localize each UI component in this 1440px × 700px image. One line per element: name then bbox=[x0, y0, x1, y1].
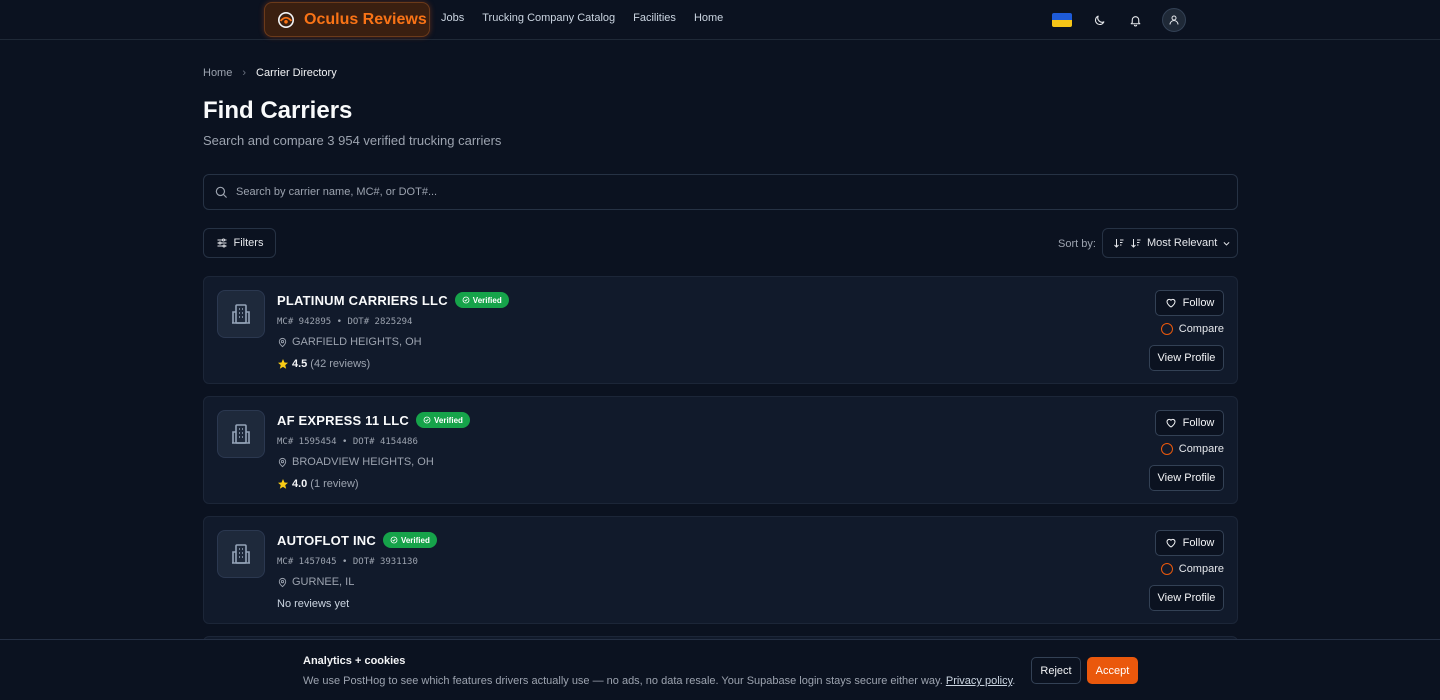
reject-button[interactable]: Reject bbox=[1031, 657, 1081, 684]
carrier-name[interactable]: AUTOFLOT INC bbox=[277, 533, 376, 548]
view-profile-button[interactable]: View Profile bbox=[1149, 345, 1224, 371]
compare-checkbox[interactable]: Compare bbox=[1160, 563, 1224, 575]
no-reviews-text: No reviews yet bbox=[277, 598, 350, 610]
carrier-ids: MC# 1457045 • DOT# 3931130 bbox=[277, 557, 418, 567]
sort-select[interactable]: Most Relevant bbox=[1102, 228, 1238, 258]
follow-button[interactable]: Follow bbox=[1155, 410, 1224, 436]
check-circle-icon bbox=[462, 296, 470, 304]
breadcrumb: Home › Carrier Directory bbox=[203, 67, 337, 79]
heart-icon bbox=[1166, 298, 1176, 308]
search-bar bbox=[203, 174, 1238, 210]
nav-links: Jobs Trucking Company Catalog Facilities… bbox=[441, 12, 723, 24]
compare-radio[interactable] bbox=[1160, 563, 1173, 575]
filters-button[interactable]: Filters bbox=[203, 228, 276, 258]
follow-button[interactable]: Follow bbox=[1155, 530, 1224, 556]
verified-badge: Verified bbox=[382, 532, 437, 548]
sort-value: Most Relevant bbox=[1147, 237, 1218, 249]
sliders-icon bbox=[217, 238, 227, 248]
carrier-rating: 4.0 (1 review) bbox=[277, 478, 359, 490]
top-nav: Oculus Reviews Jobs Trucking Company Cat… bbox=[0, 0, 1440, 40]
compare-radio[interactable] bbox=[1160, 443, 1173, 455]
heart-icon bbox=[1166, 538, 1176, 548]
nav-actions bbox=[1052, 8, 1186, 32]
map-pin-icon bbox=[278, 337, 287, 347]
carrier-location: GURNEE, IL bbox=[277, 576, 354, 588]
building-icon bbox=[217, 530, 265, 578]
carrier-card: AF EXPRESS 11 LLC Verified MC# 1595454 •… bbox=[203, 396, 1238, 504]
moon-icon[interactable] bbox=[1090, 11, 1108, 29]
breadcrumb-current: Carrier Directory bbox=[256, 67, 337, 79]
accept-button[interactable]: Accept bbox=[1087, 657, 1138, 684]
verified-badge: Verified bbox=[454, 292, 509, 308]
search-input[interactable] bbox=[236, 186, 1136, 198]
nav-link-home[interactable]: Home bbox=[694, 12, 723, 24]
filters-label: Filters bbox=[233, 237, 264, 249]
sort-label: Sort by: bbox=[1058, 238, 1096, 250]
carrier-name[interactable]: AF EXPRESS 11 LLC bbox=[277, 413, 409, 428]
page-title: Find Carriers bbox=[203, 97, 353, 124]
star-icon bbox=[278, 359, 288, 369]
view-profile-button[interactable]: View Profile bbox=[1149, 465, 1224, 491]
eye-logo-icon bbox=[277, 11, 295, 28]
nav-link-catalog[interactable]: Trucking Company Catalog bbox=[482, 12, 615, 24]
sort-arrows-icon bbox=[1131, 239, 1141, 248]
cookie-title: Analytics + cookies bbox=[303, 655, 406, 667]
compare-radio[interactable] bbox=[1160, 323, 1173, 335]
nav-link-jobs[interactable]: Jobs bbox=[441, 12, 464, 24]
compare-checkbox[interactable]: Compare bbox=[1160, 323, 1224, 335]
carrier-ids: MC# 1595454 • DOT# 4154486 bbox=[277, 437, 418, 447]
follow-button[interactable]: Follow bbox=[1155, 290, 1224, 316]
cookie-banner: Analytics + cookies We use PostHog to se… bbox=[0, 639, 1440, 700]
map-pin-icon bbox=[278, 457, 287, 467]
carrier-rating: 4.5 (42 reviews) bbox=[277, 358, 370, 370]
ukraine-flag-icon[interactable] bbox=[1052, 13, 1072, 27]
building-icon bbox=[217, 410, 265, 458]
user-avatar[interactable] bbox=[1162, 8, 1186, 32]
bell-icon[interactable] bbox=[1126, 11, 1144, 29]
carrier-location: BROADVIEW HEIGHTS, OH bbox=[277, 456, 434, 468]
carrier-ids: MC# 942895 • DOT# 2825294 bbox=[277, 317, 413, 327]
brand-name: Oculus Reviews bbox=[304, 10, 427, 28]
check-circle-icon bbox=[390, 536, 398, 544]
carrier-name[interactable]: PLATINUM CARRIERS LLC bbox=[277, 293, 448, 308]
nav-link-facilities[interactable]: Facilities bbox=[633, 12, 676, 24]
sort-arrows-icon bbox=[1114, 239, 1124, 248]
cookie-text: We use PostHog to see which features dri… bbox=[303, 675, 1016, 687]
brand-logo-button[interactable]: Oculus Reviews bbox=[264, 2, 430, 37]
carrier-location: GARFIELD HEIGHTS, OH bbox=[277, 336, 422, 348]
carrier-card: PLATINUM CARRIERS LLC Verified MC# 94289… bbox=[203, 276, 1238, 384]
star-icon bbox=[278, 479, 288, 489]
page-subtitle: Search and compare 3 954 verified trucki… bbox=[203, 133, 502, 148]
privacy-policy-link[interactable]: Privacy policy bbox=[946, 675, 1012, 687]
map-pin-icon bbox=[278, 577, 287, 587]
breadcrumb-separator: › bbox=[242, 67, 247, 79]
breadcrumb-home[interactable]: Home bbox=[203, 67, 232, 79]
chevron-down-icon bbox=[1223, 241, 1230, 246]
compare-checkbox[interactable]: Compare bbox=[1160, 443, 1224, 455]
user-icon bbox=[1169, 15, 1179, 25]
view-profile-button[interactable]: View Profile bbox=[1149, 585, 1224, 611]
search-icon bbox=[215, 186, 227, 198]
check-circle-icon bbox=[423, 416, 431, 424]
carrier-card: AUTOFLOT INC Verified MC# 1457045 • DOT#… bbox=[203, 516, 1238, 624]
heart-icon bbox=[1166, 418, 1176, 428]
verified-badge: Verified bbox=[416, 412, 470, 428]
building-icon bbox=[217, 290, 265, 338]
